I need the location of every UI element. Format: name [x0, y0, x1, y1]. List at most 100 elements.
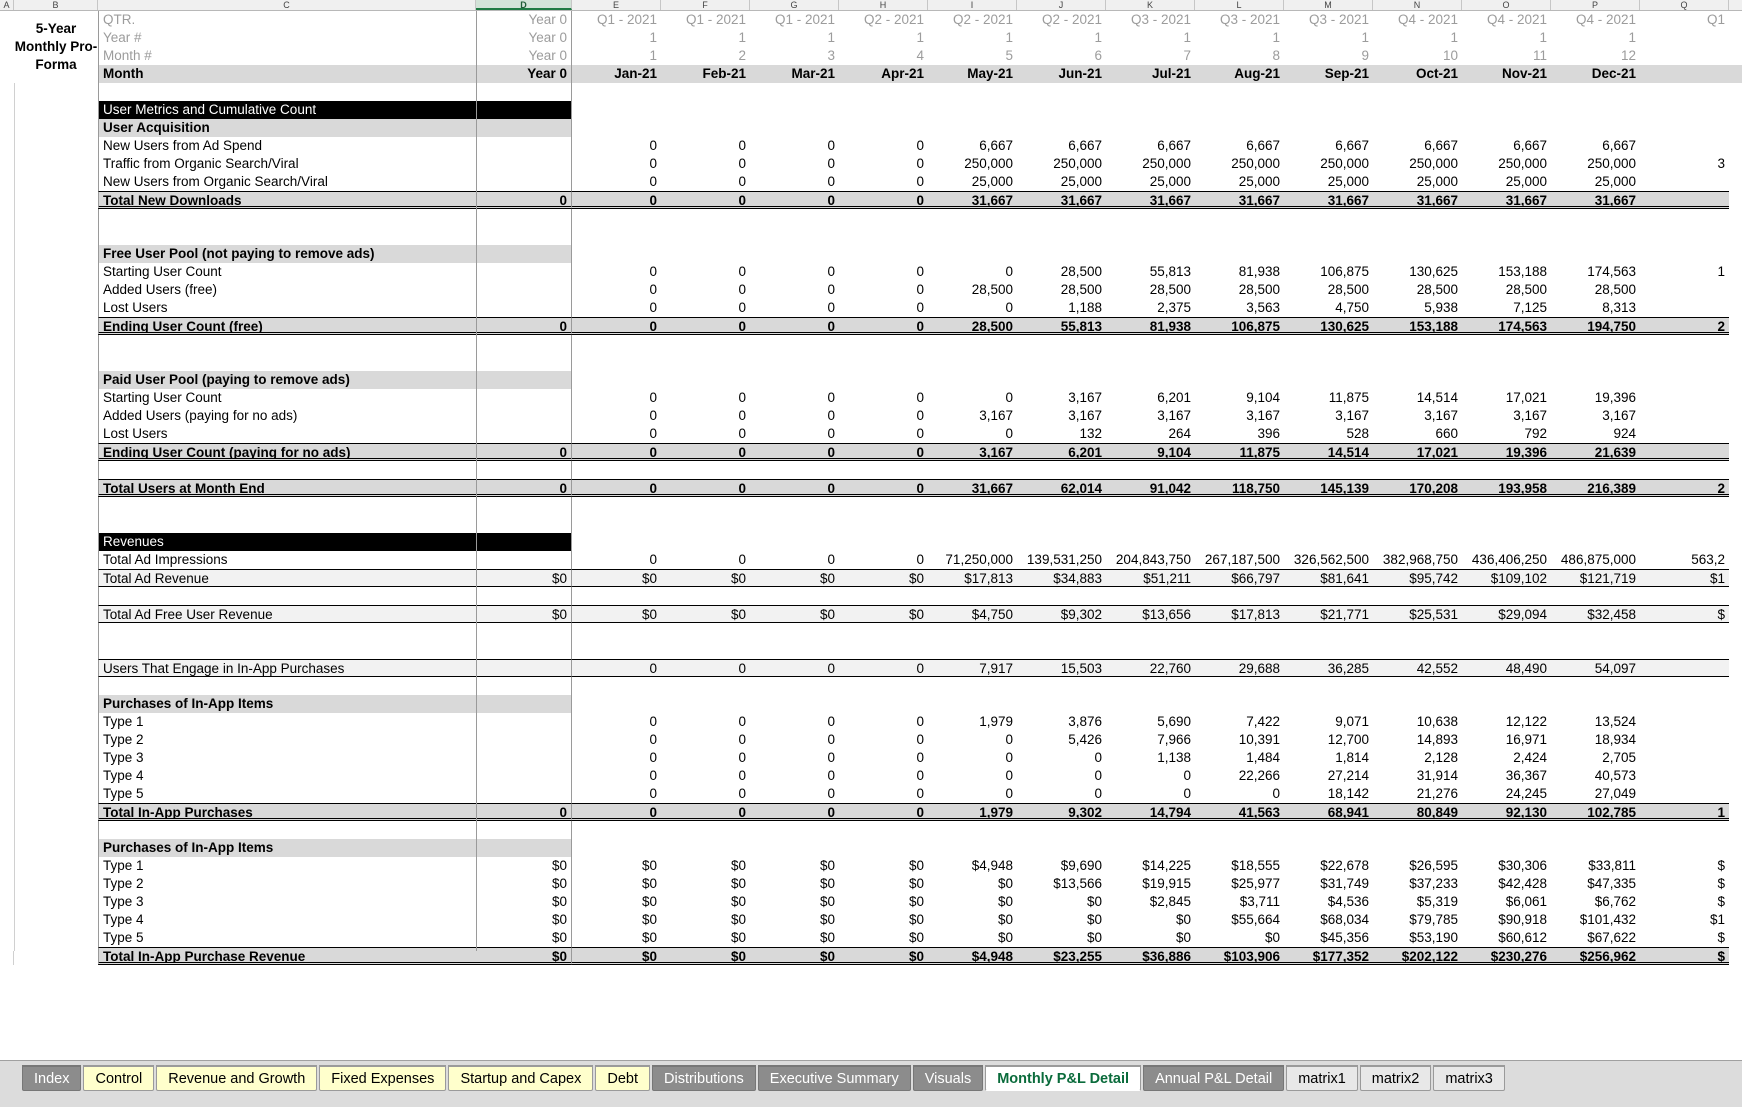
row-value-8[interactable]: 6,667 — [1284, 137, 1373, 155]
row-value-9[interactable]: 170,208 — [1373, 479, 1462, 497]
row-value-4[interactable]: 3,167 — [928, 407, 1017, 425]
row-label[interactable]: Type 3 — [98, 749, 476, 767]
blank-cell[interactable] — [928, 83, 1017, 101]
column-header-q[interactable]: Q — [1640, 0, 1729, 10]
header-cell-2-3[interactable]: 4 — [839, 47, 928, 65]
blank-cell[interactable] — [14, 821, 98, 839]
row-value-1[interactable]: 0 — [661, 749, 750, 767]
header-cell-2-8[interactable]: 9 — [1284, 47, 1373, 65]
row-value-7[interactable]: 22,266 — [1195, 767, 1284, 785]
row-value-11[interactable]: 21,639 — [1551, 443, 1640, 461]
row-year0-value[interactable] — [476, 173, 572, 191]
row-year0-value[interactable] — [476, 731, 572, 749]
row-value-3[interactable]: 0 — [839, 731, 928, 749]
row-value-7[interactable]: 29,688 — [1195, 659, 1284, 677]
blank-cell[interactable] — [1551, 227, 1640, 245]
row-label[interactable]: Free User Pool (not paying to remove ads… — [98, 245, 476, 263]
blank-cell[interactable] — [1373, 677, 1462, 695]
row-value-12[interactable]: $1 — [1640, 569, 1729, 587]
row-value-1[interactable]: $0 — [661, 929, 750, 947]
row-value-8[interactable]: 326,562,500 — [1284, 551, 1373, 569]
row-value-6[interactable]: 25,000 — [1106, 173, 1195, 191]
header-cell-3-5[interactable]: Jun-21 — [1017, 65, 1106, 83]
row-value-7[interactable]: 3,563 — [1195, 299, 1284, 317]
row-value-12[interactable]: $1 — [1640, 911, 1729, 929]
row-value-9[interactable]: 17,021 — [1373, 443, 1462, 461]
row-year0-value[interactable] — [476, 767, 572, 785]
row-year0-value[interactable]: $0 — [476, 857, 572, 875]
row-value-8[interactable]: 11,875 — [1284, 389, 1373, 407]
row-value-0[interactable]: 0 — [572, 173, 661, 191]
blank-cell[interactable] — [1551, 515, 1640, 533]
blank-cell[interactable] — [1106, 623, 1195, 641]
blank-cell[interactable] — [1640, 497, 1729, 515]
sheet-tab-monthly-p-l-detail[interactable]: Monthly P&L Detail — [985, 1065, 1142, 1091]
row-value-2[interactable]: 0 — [750, 263, 839, 281]
blank-cell[interactable] — [1284, 641, 1373, 659]
row-value-11[interactable]: 6,667 — [1551, 137, 1640, 155]
title-cell[interactable] — [14, 875, 98, 893]
row-value-6[interactable]: 3,167 — [1106, 407, 1195, 425]
row-value-3[interactable]: 0 — [839, 299, 928, 317]
row-value-10[interactable]: $42,428 — [1462, 875, 1551, 893]
row-value-2[interactable]: 0 — [750, 389, 839, 407]
row-value-2[interactable]: $0 — [750, 875, 839, 893]
blank-cell[interactable] — [839, 461, 928, 479]
row-value-12[interactable]: $ — [1640, 893, 1729, 911]
header-cell-1-7[interactable]: 1 — [1195, 29, 1284, 47]
row-value-0[interactable]: $0 — [572, 947, 661, 965]
row-value-4[interactable]: $17,813 — [928, 569, 1017, 587]
blank-cell[interactable] — [661, 515, 750, 533]
column-header-i[interactable]: I — [928, 0, 1017, 10]
row-value-5[interactable]: 28,500 — [1017, 263, 1106, 281]
row-value-11[interactable]: 31,667 — [1551, 191, 1640, 209]
column-header-n[interactable]: N — [1373, 0, 1462, 10]
row-value-10[interactable]: 16,971 — [1462, 731, 1551, 749]
blank-cell[interactable] — [572, 83, 661, 101]
blank-cell[interactable] — [1640, 461, 1729, 479]
row-value-5[interactable]: 0 — [1017, 767, 1106, 785]
row-value-2[interactable]: 0 — [750, 659, 839, 677]
row-label[interactable]: Total Ad Free User Revenue — [98, 605, 476, 623]
sheet-tab-index[interactable]: Index — [22, 1065, 82, 1091]
blank-cell[interactable] — [1551, 83, 1640, 101]
row-value-1[interactable]: 0 — [661, 425, 750, 443]
row-value-1[interactable]: 0 — [661, 407, 750, 425]
blank-cell[interactable] — [572, 335, 661, 353]
sheet-tab-matrix3[interactable]: matrix3 — [1433, 1065, 1505, 1091]
row-year0-value[interactable] — [476, 101, 572, 119]
blank-cell[interactable] — [1640, 83, 1729, 101]
blank-cell[interactable] — [839, 821, 928, 839]
title-cell[interactable] — [14, 299, 98, 317]
column-header-b[interactable]: B — [14, 0, 98, 10]
row-value-11[interactable]: $6,762 — [1551, 893, 1640, 911]
blank-cell[interactable] — [14, 587, 98, 605]
row-value-10[interactable]: $109,102 — [1462, 569, 1551, 587]
row-value-12[interactable] — [1640, 173, 1729, 191]
row-value-9[interactable]: $202,122 — [1373, 947, 1462, 965]
row-value-5[interactable]: $9,690 — [1017, 857, 1106, 875]
row-value-12[interactable]: 2 — [1640, 479, 1729, 497]
row-value-11[interactable]: 8,313 — [1551, 299, 1640, 317]
row-value-6[interactable]: 28,500 — [1106, 281, 1195, 299]
row-value-11[interactable]: $101,432 — [1551, 911, 1640, 929]
blank-cell[interactable] — [661, 209, 750, 227]
row-value-12[interactable]: $ — [1640, 875, 1729, 893]
blank-cell[interactable] — [98, 227, 476, 245]
title-cell[interactable] — [14, 119, 98, 137]
row-value-3[interactable]: 0 — [839, 317, 928, 335]
row-value-4[interactable]: $0 — [928, 911, 1017, 929]
row-value-11[interactable]: 194,750 — [1551, 317, 1640, 335]
header-year0-2[interactable]: Year 0 — [476, 47, 572, 65]
header-cell-0-1[interactable]: Q1 - 2021 — [661, 11, 750, 29]
blank-cell[interactable] — [1640, 515, 1729, 533]
blank-cell[interactable] — [1284, 83, 1373, 101]
row-value-1[interactable]: $0 — [661, 605, 750, 623]
header-cell-2-1[interactable]: 2 — [661, 47, 750, 65]
row-label[interactable]: Type 4 — [98, 767, 476, 785]
row-value-12[interactable]: $ — [1640, 605, 1729, 623]
row-label[interactable]: Starting User Count — [98, 263, 476, 281]
row-value-1[interactable]: 0 — [661, 155, 750, 173]
blank-cell[interactable] — [1017, 227, 1106, 245]
row-value-8[interactable]: $81,641 — [1284, 569, 1373, 587]
